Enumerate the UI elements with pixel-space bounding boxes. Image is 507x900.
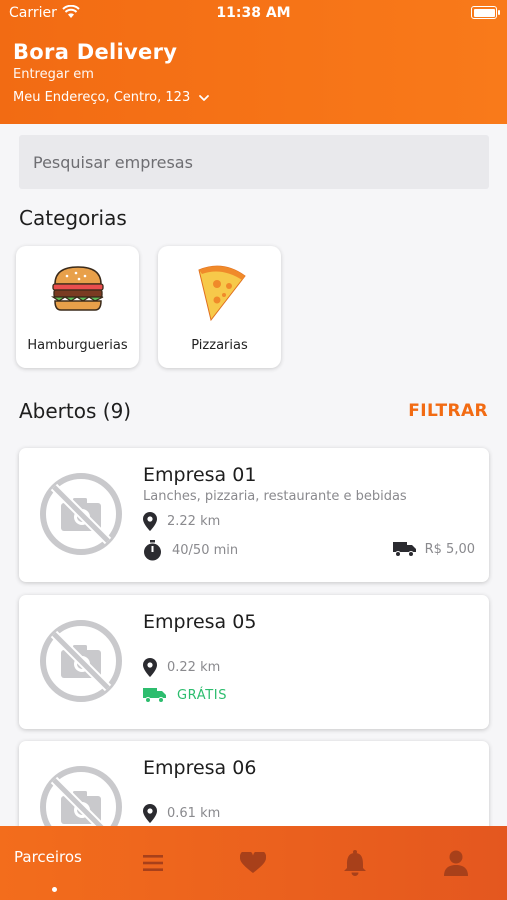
status-bar: Carrier 11:38 AM <box>0 0 507 26</box>
company-name: Empresa 01 <box>143 464 257 486</box>
delivery-fee: R$ 5,00 <box>392 541 475 557</box>
delivery-fee: GRÁTIS <box>143 687 227 703</box>
time-row: 40/50 min <box>143 540 238 561</box>
category-card-hamburguerias[interactable]: Hamburguerias <box>16 246 139 368</box>
truck-icon <box>143 688 166 703</box>
user-icon <box>444 850 468 876</box>
time-text: 40/50 min <box>172 543 239 558</box>
company-name: Empresa 06 <box>143 757 257 779</box>
deliver-label: Entregar em <box>13 67 94 82</box>
tab-profile[interactable] <box>405 826 507 900</box>
address-selector[interactable]: Meu Endereço, Centro, 123 <box>13 90 210 105</box>
heart-icon <box>239 852 266 873</box>
categories-title: Categorias <box>19 206 127 230</box>
tab-parceiros[interactable]: Parceiros <box>0 826 105 900</box>
no-photo-icon <box>40 620 122 702</box>
map-pin-icon <box>143 512 157 531</box>
battery-icon <box>471 6 500 19</box>
distance-row: 2.22 km <box>143 512 220 531</box>
company-name: Empresa 05 <box>143 611 257 633</box>
filter-button[interactable]: FILTRAR <box>408 401 488 421</box>
distance-row: 0.61 km <box>143 804 220 823</box>
burger-icon <box>50 266 104 311</box>
clock: 11:38 AM <box>216 5 291 21</box>
tab-notifications[interactable] <box>305 826 405 900</box>
bell-icon <box>344 850 366 876</box>
map-pin-icon <box>143 658 157 677</box>
pizza-icon <box>197 265 246 322</box>
fee-text: R$ 5,00 <box>424 541 475 557</box>
address-text: Meu Endereço, Centro, 123 <box>13 90 191 105</box>
category-label: Hamburguerias <box>27 338 128 353</box>
active-indicator <box>52 887 57 892</box>
no-photo-icon <box>40 473 122 555</box>
app-header: Carrier 11:38 AM Bora Delivery Entregar … <box>0 0 507 124</box>
stopwatch-icon <box>144 540 161 561</box>
category-label: Pizzarias <box>191 338 248 353</box>
open-section-title: Abertos (9) <box>19 399 132 423</box>
bottom-tab-bar: Parceiros <box>0 826 507 900</box>
company-card[interactable]: Empresa 01 Lanches, pizzaria, restaurant… <box>19 448 489 582</box>
search-input[interactable] <box>19 135 489 189</box>
distance-text: 0.22 km <box>167 660 221 675</box>
distance-text: 0.61 km <box>167 806 221 821</box>
distance-text: 2.22 km <box>167 514 221 529</box>
company-description: Lanches, pizzaria, restaurante e bebidas <box>143 489 407 504</box>
truck-icon <box>392 542 416 557</box>
category-card-pizzarias[interactable]: Pizzarias <box>158 246 281 368</box>
app-title: Bora Delivery <box>13 40 178 64</box>
free-delivery-text: GRÁTIS <box>177 687 228 703</box>
distance-row: 0.22 km <box>143 658 220 677</box>
company-card[interactable]: Empresa 05 0.22 km GRÁTIS <box>19 595 489 729</box>
tab-orders[interactable] <box>105 826 200 900</box>
tab-favorites[interactable] <box>200 826 305 900</box>
chevron-down-icon <box>199 94 210 101</box>
map-pin-icon <box>143 804 157 823</box>
tab-label: Parceiros <box>14 848 82 866</box>
list-icon <box>142 855 163 871</box>
